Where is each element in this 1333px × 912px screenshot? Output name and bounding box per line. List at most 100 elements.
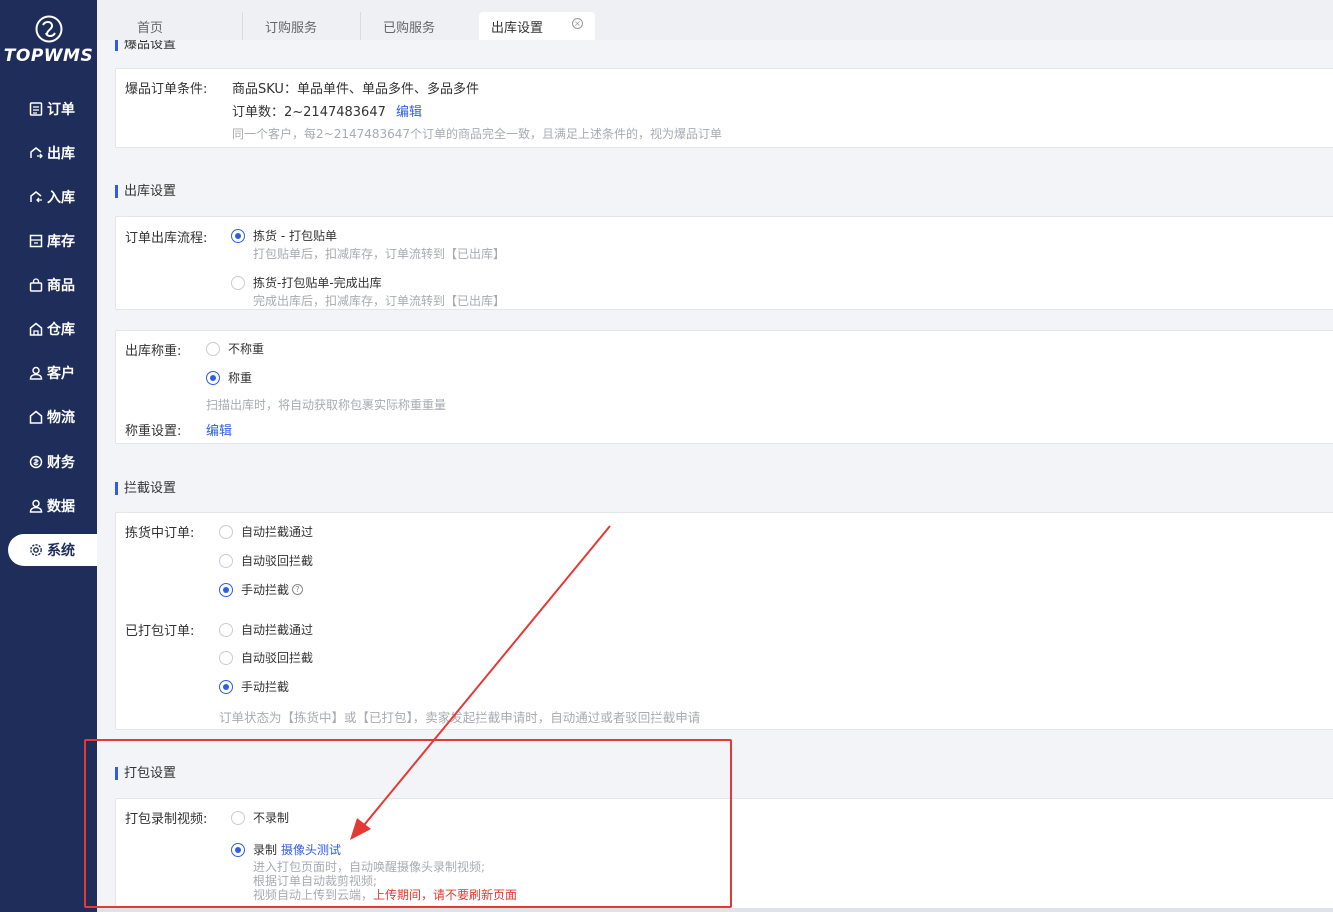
upload-warning: 上传期间，请不要刷新页面 xyxy=(373,888,518,902)
section-title-intercept: 拦截设置 xyxy=(115,482,176,495)
radio-label: 手动拦截 xyxy=(241,583,290,597)
packed-option-auto-reject[interactable]: 自动驳回拦截 xyxy=(219,649,313,666)
logo: TOPWMS xyxy=(0,14,97,66)
tab-subscribe-service[interactable]: 订购服务 xyxy=(243,12,361,40)
sidebar-item-inbound[interactable]: 入库 xyxy=(0,181,97,213)
sidebar-item-outbound[interactable]: 出库 xyxy=(0,137,97,169)
help-icon[interactable]: ? xyxy=(292,584,304,595)
radio-label: 称重 xyxy=(228,371,253,385)
radio-unselected[interactable] xyxy=(219,650,233,665)
radio-unselected[interactable] xyxy=(231,810,245,825)
sidebar-item-system[interactable]: 系统 xyxy=(8,534,97,566)
picking-option-auto-reject[interactable]: 自动驳回拦截 xyxy=(219,552,313,569)
radio-label: 不录制 xyxy=(253,811,290,825)
main-content: 爆品设置 爆品订单条件: 商品SKU：单品单件、单品多件、多品多件 订单数：2~… xyxy=(97,40,1333,912)
gear-icon xyxy=(28,542,44,558)
radio-selected[interactable] xyxy=(231,228,245,243)
flow-option-hint: 打包贴单后，扣减库存，订单流转到【已出库】 xyxy=(253,247,506,261)
sidebar-item-label: 客户 xyxy=(47,366,75,382)
section-title-outbound: 出库设置 xyxy=(115,185,176,198)
video-option-none[interactable]: 不录制 xyxy=(231,809,289,826)
packed-option-auto-pass[interactable]: 自动拦截通过 xyxy=(219,621,313,638)
sidebar-item-logistics[interactable]: 物流 xyxy=(0,401,97,433)
sidebar-item-goods[interactable]: 商品 xyxy=(0,269,97,301)
sidebar-item-warehouse[interactable]: 仓库 xyxy=(0,313,97,345)
hot-edit-link[interactable]: 编辑 xyxy=(396,105,422,120)
sidebar-item-customers[interactable]: 客户 xyxy=(0,357,97,389)
radio-unselected[interactable] xyxy=(231,275,245,290)
video-option-record[interactable]: 录制 摄像头测试 xyxy=(231,841,341,858)
weigh-setting-edit-link[interactable]: 编辑 xyxy=(206,420,232,439)
flow-label: 订单出库流程: xyxy=(125,231,208,246)
tab-home[interactable]: 首页 xyxy=(115,12,243,40)
video-hint-text: 视频自动上传到云端， xyxy=(253,888,374,902)
hot-product-card: 爆品订单条件: 商品SKU：单品单件、单品多件、多品多件 订单数：2~21474… xyxy=(115,68,1333,148)
radio-unselected[interactable] xyxy=(219,553,233,568)
warehouse-icon xyxy=(28,321,44,337)
radio-selected[interactable] xyxy=(206,370,220,385)
close-icon[interactable]: × xyxy=(572,18,583,29)
customer-icon xyxy=(28,365,44,381)
picking-option-auto-pass[interactable]: 自动拦截通过 xyxy=(219,523,313,540)
hot-condition-label: 爆品订单条件: xyxy=(125,82,208,97)
order-icon xyxy=(28,101,44,117)
packed-option-manual[interactable]: 手动拦截 xyxy=(219,678,289,695)
sidebar-item-finance[interactable]: 财务 xyxy=(0,446,97,478)
sidebar-item-label: 财务 xyxy=(47,455,75,471)
data-icon xyxy=(28,498,44,514)
packed-label: 已打包订单: xyxy=(125,624,195,639)
sidebar-item-label: 系统 xyxy=(47,543,75,559)
intercept-hint: 订单状态为【拣货中】或【已打包】，卖家发起拦截申请时，自动通过或者驳回拦截申请 xyxy=(219,710,701,725)
tab-label: 首页 xyxy=(137,20,164,36)
hot-sku-line: 商品SKU：单品单件、单品多件、多品多件 xyxy=(232,82,479,97)
video-hint-line: 根据订单自动裁剪视频; xyxy=(253,874,378,888)
flow-option-pick-pack[interactable]: 拣货 - 打包贴单 xyxy=(231,227,337,244)
radio-label: 拣货 - 打包贴单 xyxy=(253,229,337,243)
video-hint-line: 进入打包页面时，自动唤醒摄像头录制视频; xyxy=(253,860,486,874)
picking-option-manual[interactable]: 手动拦截 ? xyxy=(219,581,304,598)
weigh-option-none[interactable]: 不称重 xyxy=(206,340,264,357)
sidebar-item-inventory[interactable]: 库存 xyxy=(0,225,97,257)
flow-option-hint: 完成出库后，扣减库存，订单流转到【已出库】 xyxy=(253,294,506,308)
logo-icon xyxy=(35,15,62,43)
section-title-hot: 爆品设置 xyxy=(115,40,176,51)
weigh-option-weigh[interactable]: 称重 xyxy=(206,369,252,386)
radio-unselected[interactable] xyxy=(219,622,233,637)
bottom-divider xyxy=(97,908,1333,912)
tab-bar: 首页 订购服务 已购服务 出库设置 × xyxy=(97,0,1333,40)
video-hint-line: 视频自动上传到云端，上传期间，请不要刷新页面 xyxy=(253,888,517,902)
weigh-setting-label: 称重设置: xyxy=(125,424,182,439)
radio-selected[interactable] xyxy=(219,679,233,694)
sidebar-item-data[interactable]: 数据 xyxy=(0,490,97,522)
sidebar-item-label: 库存 xyxy=(47,234,75,250)
video-label: 打包录制视频: xyxy=(125,812,208,827)
flow-option-pick-pack-complete[interactable]: 拣货-打包贴单-完成出库 xyxy=(231,274,382,291)
sidebar-item-label: 订单 xyxy=(47,102,75,118)
sidebar: TOPWMS 订单 出库 入库 库存 商品 仓库 客户 物流 财务 数据 系统 xyxy=(0,0,97,912)
hot-count-line: 订单数：2~2147483647 编辑 xyxy=(232,101,422,120)
finance-icon xyxy=(28,454,44,470)
sidebar-item-orders[interactable]: 订单 xyxy=(0,93,97,125)
radio-label: 自动驳回拦截 xyxy=(241,554,314,568)
tab-label: 订购服务 xyxy=(265,20,318,36)
inbound-icon xyxy=(28,189,44,205)
hot-hint: 同一个客户，每2~2147483647个订单的商品完全一致，且满足上述条件的，视… xyxy=(232,127,723,141)
camera-test-link[interactable]: 摄像头测试 xyxy=(281,841,341,858)
picking-label: 拣货中订单: xyxy=(125,526,195,541)
weigh-label: 出库称重: xyxy=(125,344,182,359)
outbound-flow-card: 订单出库流程: 拣货 - 打包贴单 打包贴单后，扣减库存，订单流转到【已出库】 … xyxy=(115,216,1333,310)
radio-unselected[interactable] xyxy=(219,524,233,539)
tab-outbound-settings[interactable]: 出库设置 × xyxy=(479,12,595,40)
pack-card: 打包录制视频: 不录制 录制 摄像头测试 进入打包页面时，自动唤醒摄像头录制视频… xyxy=(115,798,1333,912)
sidebar-item-label: 仓库 xyxy=(47,322,75,338)
sidebar-item-label: 数据 xyxy=(47,499,75,515)
goods-icon xyxy=(28,277,44,293)
intercept-card: 拣货中订单: 自动拦截通过 自动驳回拦截 手动拦截 ? 已打包订单: 自动拦截通… xyxy=(115,512,1333,730)
radio-selected[interactable] xyxy=(219,582,233,597)
radio-selected[interactable] xyxy=(231,842,245,857)
tab-purchased-service[interactable]: 已购服务 xyxy=(361,12,479,40)
weigh-hint: 扫描出库时，将自动获取称包裹实际称重重量 xyxy=(206,398,447,412)
sidebar-item-label: 出库 xyxy=(47,146,75,162)
radio-unselected[interactable] xyxy=(206,341,220,356)
inventory-icon xyxy=(28,233,44,249)
